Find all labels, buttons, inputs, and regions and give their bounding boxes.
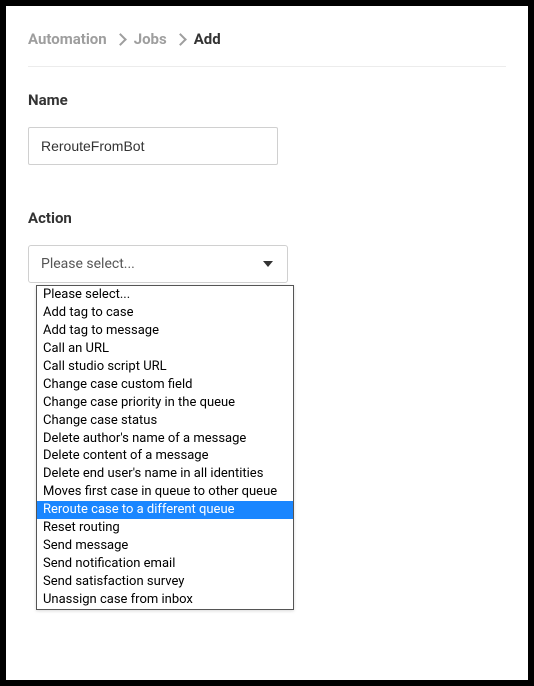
action-option[interactable]: Send message — [37, 537, 293, 555]
action-select[interactable]: Please select... — [28, 245, 288, 283]
action-option[interactable]: Moves first case in queue to other queue — [37, 483, 293, 501]
chevron-down-icon — [263, 261, 273, 267]
action-option[interactable]: Delete content of a message — [37, 447, 293, 465]
action-option[interactable]: Please select... — [37, 286, 293, 304]
action-option[interactable]: Unassign case from inbox — [37, 591, 293, 609]
action-option[interactable]: Change case priority in the queue — [37, 394, 293, 412]
action-option[interactable]: Change case custom field — [37, 376, 293, 394]
action-option[interactable]: Delete author's name of a message — [37, 430, 293, 448]
name-input[interactable] — [28, 127, 278, 165]
action-label: Action — [28, 209, 506, 227]
action-select-wrap: Please select... Please select...Add tag… — [28, 245, 288, 283]
name-label: Name — [28, 91, 506, 109]
action-option[interactable]: Delete end user's name in all identities — [37, 465, 293, 483]
action-option[interactable]: Send satisfaction survey — [37, 573, 293, 591]
breadcrumb-jobs[interactable]: Jobs — [134, 30, 167, 48]
breadcrumb-automation[interactable]: Automation — [28, 30, 107, 48]
action-option[interactable]: Reset routing — [37, 519, 293, 537]
chevron-right-icon — [174, 33, 187, 46]
action-option[interactable]: Add tag to message — [37, 322, 293, 340]
action-option[interactable]: Send notification email — [37, 555, 293, 573]
breadcrumb: Automation Jobs Add — [28, 30, 506, 67]
action-select-value: Please select... — [41, 256, 135, 272]
action-option[interactable]: Add tag to case — [37, 304, 293, 322]
action-option[interactable]: Call an URL — [37, 340, 293, 358]
name-field-group: Name — [28, 91, 506, 165]
action-option[interactable]: Change case status — [37, 412, 293, 430]
chevron-right-icon — [114, 33, 127, 46]
action-field-group: Action Please select... Please select...… — [28, 209, 506, 283]
breadcrumb-current: Add — [194, 30, 221, 48]
action-dropdown[interactable]: Please select...Add tag to caseAdd tag t… — [36, 285, 294, 610]
form-window: Automation Jobs Add Name Action Please s… — [6, 6, 528, 680]
action-option[interactable]: Call studio script URL — [37, 358, 293, 376]
action-option[interactable]: Reroute case to a different queue — [37, 501, 293, 519]
